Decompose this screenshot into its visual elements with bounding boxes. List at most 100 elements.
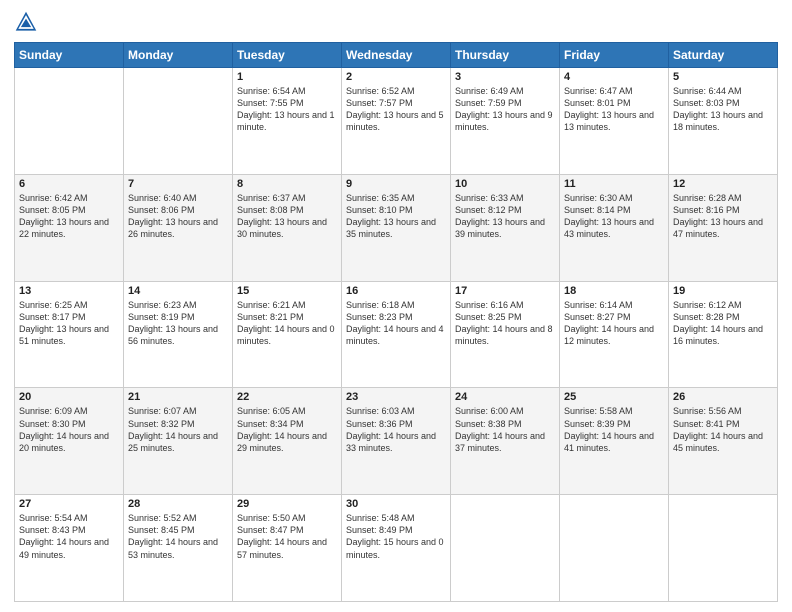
calendar-cell: 15 Sunrise: 6:21 AM Sunset: 8:21 PM Dayli… bbox=[233, 281, 342, 388]
calendar-cell: 2 Sunrise: 6:52 AM Sunset: 7:57 PM Daylig… bbox=[342, 68, 451, 175]
calendar-cell: 8Sunrise: 6:37 AM Sunset: 8:08 PM Daylig… bbox=[233, 174, 342, 281]
day-info: Sunrise: 5:54 AM Sunset: 8:43 PM Dayligh… bbox=[19, 512, 119, 561]
day-info: Sunrise: 6:14 AM Sunset: 8:27 PM Dayligh… bbox=[564, 299, 664, 348]
day-info: Sunrise: 6:52 AM Sunset: 7:57 PM Dayligh… bbox=[346, 85, 446, 134]
day-number: 16 bbox=[346, 285, 446, 297]
day-number: 25 bbox=[564, 391, 664, 403]
day-number: 27 bbox=[19, 498, 119, 510]
calendar-cell: 19 Sunrise: 6:12 AM Sunset: 8:28 PM Dayli… bbox=[669, 281, 778, 388]
day-number: 10 bbox=[455, 178, 555, 190]
calendar-cell: 9 Sunrise: 6:35 AM Sunset: 8:10 PM Daylig… bbox=[342, 174, 451, 281]
day-number: 28 bbox=[128, 498, 228, 510]
calendar-cell: 10 Sunrise: 6:33 AM Sunset: 8:12 PM Dayli… bbox=[451, 174, 560, 281]
weekday-header-friday: Friday bbox=[560, 43, 669, 68]
calendar-cell bbox=[124, 68, 233, 175]
day-info: Sunrise: 6:25 AM Sunset: 8:17 PM Dayligh… bbox=[19, 299, 119, 348]
day-number: 8 bbox=[237, 178, 337, 190]
calendar-cell: 4 Sunrise: 6:47 AM Sunset: 8:01 PM Daylig… bbox=[560, 68, 669, 175]
day-info: Sunrise: 6:00 AM Sunset: 8:38 PM Dayligh… bbox=[455, 405, 555, 454]
day-info: Sunrise: 6:42 AM Sunset: 8:05 PM Dayligh… bbox=[19, 192, 119, 241]
calendar-cell: 11 Sunrise: 6:30 AM Sunset: 8:14 PM Dayli… bbox=[560, 174, 669, 281]
day-info: Sunrise: 6:54 AM Sunset: 7:55 PM Dayligh… bbox=[237, 85, 337, 134]
logo-icon bbox=[14, 10, 38, 34]
day-info: Sunrise: 6:16 AM Sunset: 8:25 PM Dayligh… bbox=[455, 299, 555, 348]
weekday-header-sunday: Sunday bbox=[15, 43, 124, 68]
day-info: Sunrise: 5:52 AM Sunset: 8:45 PM Dayligh… bbox=[128, 512, 228, 561]
calendar-cell: 6Sunrise: 6:42 AM Sunset: 8:05 PM Daylig… bbox=[15, 174, 124, 281]
day-number: 3 bbox=[455, 71, 555, 83]
day-number: 26 bbox=[673, 391, 773, 403]
calendar-table: SundayMondayTuesdayWednesdayThursdayFrid… bbox=[14, 42, 778, 602]
calendar-cell: 26 Sunrise: 5:56 AM Sunset: 8:41 PM Dayli… bbox=[669, 388, 778, 495]
day-number: 14 bbox=[128, 285, 228, 297]
page: SundayMondayTuesdayWednesdayThursdayFrid… bbox=[0, 0, 792, 612]
day-info: Sunrise: 5:50 AM Sunset: 8:47 PM Dayligh… bbox=[237, 512, 337, 561]
weekday-header-tuesday: Tuesday bbox=[233, 43, 342, 68]
day-number: 2 bbox=[346, 71, 446, 83]
calendar-cell: 1 Sunrise: 6:54 AM Sunset: 7:55 PM Daylig… bbox=[233, 68, 342, 175]
logo bbox=[14, 10, 42, 34]
calendar-cell: 22 Sunrise: 6:05 AM Sunset: 8:34 PM Dayli… bbox=[233, 388, 342, 495]
calendar-week-1: 1 Sunrise: 6:54 AM Sunset: 7:55 PM Daylig… bbox=[15, 68, 778, 175]
calendar-cell: 16 Sunrise: 6:18 AM Sunset: 8:23 PM Dayli… bbox=[342, 281, 451, 388]
calendar-cell: 14 Sunrise: 6:23 AM Sunset: 8:19 PM Dayli… bbox=[124, 281, 233, 388]
day-info: Sunrise: 6:47 AM Sunset: 8:01 PM Dayligh… bbox=[564, 85, 664, 134]
calendar-week-3: 13 Sunrise: 6:25 AM Sunset: 8:17 PM Dayli… bbox=[15, 281, 778, 388]
calendar-cell: 13 Sunrise: 6:25 AM Sunset: 8:17 PM Dayli… bbox=[15, 281, 124, 388]
day-info: Sunrise: 5:56 AM Sunset: 8:41 PM Dayligh… bbox=[673, 405, 773, 454]
calendar-cell: 28 Sunrise: 5:52 AM Sunset: 8:45 PM Dayli… bbox=[124, 495, 233, 602]
day-number: 17 bbox=[455, 285, 555, 297]
day-number: 19 bbox=[673, 285, 773, 297]
day-info: Sunrise: 6:07 AM Sunset: 8:32 PM Dayligh… bbox=[128, 405, 228, 454]
day-number: 20 bbox=[19, 391, 119, 403]
calendar-cell: 25 Sunrise: 5:58 AM Sunset: 8:39 PM Dayli… bbox=[560, 388, 669, 495]
day-info: Sunrise: 6:28 AM Sunset: 8:16 PM Dayligh… bbox=[673, 192, 773, 241]
weekday-header-saturday: Saturday bbox=[669, 43, 778, 68]
day-number: 9 bbox=[346, 178, 446, 190]
day-info: Sunrise: 6:09 AM Sunset: 8:30 PM Dayligh… bbox=[19, 405, 119, 454]
day-info: Sunrise: 5:58 AM Sunset: 8:39 PM Dayligh… bbox=[564, 405, 664, 454]
calendar-week-2: 6Sunrise: 6:42 AM Sunset: 8:05 PM Daylig… bbox=[15, 174, 778, 281]
day-number: 7 bbox=[128, 178, 228, 190]
calendar-cell: 7 Sunrise: 6:40 AM Sunset: 8:06 PM Daylig… bbox=[124, 174, 233, 281]
day-info: Sunrise: 6:23 AM Sunset: 8:19 PM Dayligh… bbox=[128, 299, 228, 348]
weekday-header-monday: Monday bbox=[124, 43, 233, 68]
calendar-header-row: SundayMondayTuesdayWednesdayThursdayFrid… bbox=[15, 43, 778, 68]
calendar-cell: 29 Sunrise: 5:50 AM Sunset: 8:47 PM Dayli… bbox=[233, 495, 342, 602]
day-info: Sunrise: 6:35 AM Sunset: 8:10 PM Dayligh… bbox=[346, 192, 446, 241]
day-number: 29 bbox=[237, 498, 337, 510]
day-number: 24 bbox=[455, 391, 555, 403]
calendar-cell: 17 Sunrise: 6:16 AM Sunset: 8:25 PM Dayli… bbox=[451, 281, 560, 388]
day-number: 1 bbox=[237, 71, 337, 83]
calendar-week-4: 20 Sunrise: 6:09 AM Sunset: 8:30 PM Dayli… bbox=[15, 388, 778, 495]
calendar-cell: 3 Sunrise: 6:49 AM Sunset: 7:59 PM Daylig… bbox=[451, 68, 560, 175]
calendar-cell: 20 Sunrise: 6:09 AM Sunset: 8:30 PM Dayli… bbox=[15, 388, 124, 495]
day-info: Sunrise: 6:40 AM Sunset: 8:06 PM Dayligh… bbox=[128, 192, 228, 241]
day-number: 12 bbox=[673, 178, 773, 190]
day-number: 30 bbox=[346, 498, 446, 510]
day-number: 23 bbox=[346, 391, 446, 403]
header bbox=[14, 10, 778, 34]
calendar-cell: 30 Sunrise: 5:48 AM Sunset: 8:49 PM Dayli… bbox=[342, 495, 451, 602]
day-info: Sunrise: 6:30 AM Sunset: 8:14 PM Dayligh… bbox=[564, 192, 664, 241]
day-info: Sunrise: 5:48 AM Sunset: 8:49 PM Dayligh… bbox=[346, 512, 446, 561]
day-info: Sunrise: 6:12 AM Sunset: 8:28 PM Dayligh… bbox=[673, 299, 773, 348]
day-info: Sunrise: 6:33 AM Sunset: 8:12 PM Dayligh… bbox=[455, 192, 555, 241]
calendar-cell: 5Sunrise: 6:44 AM Sunset: 8:03 PM Daylig… bbox=[669, 68, 778, 175]
day-info: Sunrise: 6:03 AM Sunset: 8:36 PM Dayligh… bbox=[346, 405, 446, 454]
day-number: 18 bbox=[564, 285, 664, 297]
weekday-header-thursday: Thursday bbox=[451, 43, 560, 68]
day-number: 22 bbox=[237, 391, 337, 403]
day-info: Sunrise: 6:44 AM Sunset: 8:03 PM Dayligh… bbox=[673, 85, 773, 134]
day-info: Sunrise: 6:18 AM Sunset: 8:23 PM Dayligh… bbox=[346, 299, 446, 348]
day-info: Sunrise: 6:21 AM Sunset: 8:21 PM Dayligh… bbox=[237, 299, 337, 348]
day-number: 11 bbox=[564, 178, 664, 190]
day-info: Sunrise: 6:49 AM Sunset: 7:59 PM Dayligh… bbox=[455, 85, 555, 134]
calendar-cell: 27 Sunrise: 5:54 AM Sunset: 8:43 PM Dayli… bbox=[15, 495, 124, 602]
calendar-cell bbox=[451, 495, 560, 602]
day-info: Sunrise: 6:05 AM Sunset: 8:34 PM Dayligh… bbox=[237, 405, 337, 454]
weekday-header-wednesday: Wednesday bbox=[342, 43, 451, 68]
day-number: 13 bbox=[19, 285, 119, 297]
day-number: 4 bbox=[564, 71, 664, 83]
day-number: 15 bbox=[237, 285, 337, 297]
